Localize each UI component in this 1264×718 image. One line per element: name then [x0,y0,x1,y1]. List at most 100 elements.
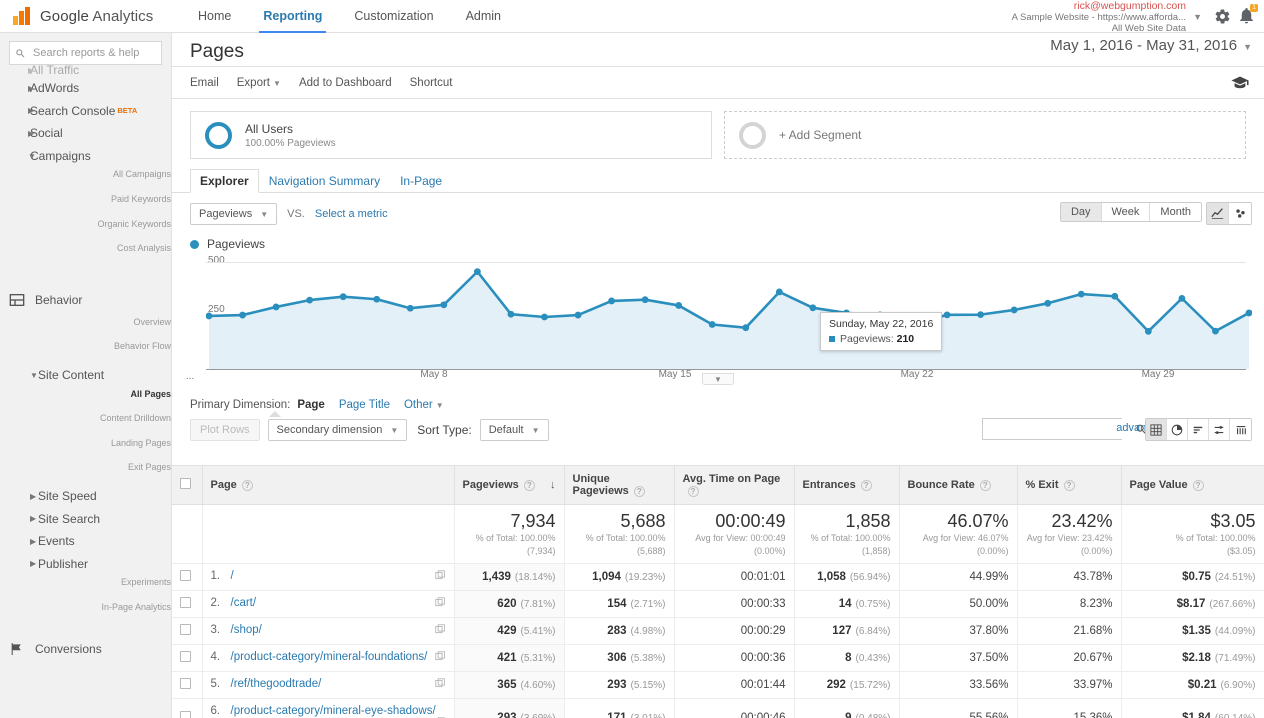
column-header-pageviews[interactable]: Pageviews?↓ [454,466,564,505]
sidebar-item-behavior-flow[interactable]: Behavior Flow [0,341,171,364]
open-page-icon[interactable] [435,597,446,611]
help-icon[interactable]: ? [1064,480,1075,491]
open-page-icon[interactable] [435,624,446,638]
sidebar-item-organic-keywords[interactable]: Organic Keywords [0,219,171,242]
sidebar-item-exit-pages[interactable]: Exit Pages [0,462,171,485]
sidebar-item-social[interactable]: ▶ Social [0,122,171,145]
granularity-week[interactable]: Week [1102,203,1151,221]
open-page-icon[interactable] [435,651,446,665]
sidebar-item-experiments[interactable]: Experiments [0,577,171,600]
pivot-view-icon[interactable] [1230,419,1251,440]
column-header-unique-pageviews[interactable]: Unique Pageviews? [564,466,674,505]
dimension-page[interactable]: Page [297,399,325,411]
nav-admin[interactable]: Admin [450,0,517,33]
sidebar-item-site-search[interactable]: ▶ Site Search [0,508,171,531]
google-analytics-logo[interactable]: Google Analytics [0,7,172,25]
nav-home[interactable]: Home [182,0,247,33]
segment-all-users[interactable]: All Users 100.00% Pageviews [190,111,712,159]
sidebar-item-events[interactable]: ▶ Events [0,530,171,553]
page-link[interactable]: /product-category/mineral-foundations/ [231,651,428,663]
granularity-day[interactable]: Day [1061,203,1102,221]
row-checkbox[interactable] [180,570,191,581]
nav-reporting[interactable]: Reporting [247,0,338,33]
page-link[interactable]: /ref/thegoodtrade/ [231,678,322,690]
select-a-metric-link[interactable]: Select a metric [315,208,388,220]
sidebar-item-site-speed[interactable]: ▶ Site Speed [0,485,171,508]
row-checkbox[interactable] [180,678,191,689]
add-to-dashboard-button[interactable]: Add to Dashboard [299,77,392,89]
row-checkbox[interactable] [180,651,191,662]
open-page-icon[interactable] [435,570,446,584]
tab-in-page[interactable]: In-Page [390,169,452,193]
date-range-selector[interactable]: May 1, 2016 - May 31, 2016▼ [1050,37,1252,54]
sidebar-item-all-pages[interactable]: All Pages [0,389,171,412]
column-header-avg-time-on-page[interactable]: Avg. Time on Page? [674,466,794,505]
sidebar-item-all-campaigns[interactable]: All Campaigns [0,169,171,192]
sidebar-item-site-content[interactable]: ▼ Site Content [0,364,171,387]
email-button[interactable]: Email [190,77,219,89]
tab-navigation-summary[interactable]: Navigation Summary [259,169,390,193]
sidebar-section-conversions[interactable]: Conversions [0,634,171,664]
sidebar-item-campaigns[interactable]: ▼ Campaigns [0,145,171,168]
row-checkbox[interactable] [180,711,191,718]
sidebar-item-publisher[interactable]: ▶ Publisher [0,553,171,576]
plot-rows-button[interactable]: Plot Rows [190,419,260,441]
help-icon[interactable]: ? [1193,480,1204,491]
add-segment-button[interactable]: + Add Segment [724,111,1246,159]
graduation-cap-icon[interactable] [1230,75,1250,89]
sidebar-item-landing-pages[interactable]: Landing Pages [0,438,171,461]
sort-type-select[interactable]: Default▼ [480,419,549,441]
select-all-checkbox[interactable] [180,478,191,489]
row-checkbox[interactable] [180,597,191,608]
gear-icon[interactable] [1214,8,1231,25]
nav-customization[interactable]: Customization [338,0,449,33]
page-link[interactable]: /cart/ [231,597,257,609]
notifications-bell-icon[interactable]: 1 [1237,6,1256,26]
chevron-down-icon[interactable]: ▼ [1193,12,1202,22]
help-icon[interactable]: ? [688,486,699,497]
help-icon[interactable]: ? [861,480,872,491]
pie-view-icon[interactable] [1167,419,1188,440]
column-header-bounce-rate[interactable]: Bounce Rate? [899,466,1017,505]
sidebar-item-content-drilldown[interactable]: Content Drilldown [0,413,171,436]
dimension-page-title[interactable]: Page Title [339,399,390,411]
column-header-page[interactable]: Page? [202,466,454,505]
granularity-month[interactable]: Month [1150,203,1201,221]
page-link[interactable]: /shop/ [231,624,262,636]
metric-select[interactable]: Pageviews▼ [190,203,277,225]
sidebar-section-behavior[interactable]: Behavior [0,285,171,315]
scatter-chart-icon[interactable] [1229,203,1251,224]
line-chart-icon[interactable] [1207,203,1229,224]
sidebar-item-cost-analysis[interactable]: Cost Analysis [0,243,171,266]
column-header-entrances[interactable]: Entrances? [794,466,899,505]
sidebar-item-in-page-analytics[interactable]: In-Page Analytics [0,602,171,625]
sidebar-item-adwords[interactable]: ▶ AdWords [0,77,171,100]
help-icon[interactable]: ? [634,486,645,497]
table-view-icon[interactable] [1146,419,1167,440]
sort-desc-icon[interactable]: ↓ [550,479,556,491]
help-icon[interactable]: ? [524,480,535,491]
secondary-dimension-select[interactable]: Secondary dimension▼ [268,419,408,441]
page-link[interactable]: /product-category/mineral-eye-shadows/ [231,705,436,717]
search-box[interactable] [9,41,162,65]
dimension-other[interactable]: Other▼ [404,399,444,411]
table-search-input[interactable] [983,419,1135,439]
column-header-percent-exit[interactable]: % Exit? [1017,466,1121,505]
help-icon[interactable]: ? [242,480,253,491]
row-checkbox[interactable] [180,624,191,635]
sidebar-item-search-console[interactable]: ▶ Search Console BETA [0,100,171,123]
page-link[interactable]: / [231,570,234,582]
tab-explorer[interactable]: Explorer [190,169,259,193]
help-icon[interactable]: ? [980,480,991,491]
column-header-page-value[interactable]: Page Value? [1121,466,1264,505]
bar-view-icon[interactable] [1188,419,1209,440]
pageviews-chart[interactable]: 500 250 Sunday, May 22, 2016 Pageviews: … [190,257,1246,369]
shortcut-button[interactable]: Shortcut [410,77,453,89]
search-input[interactable] [31,46,172,60]
table-search[interactable] [982,418,1122,440]
sidebar-item-all-traffic[interactable]: ▶ All Traffic [0,63,171,77]
open-page-icon[interactable] [435,678,446,692]
sidebar-item-paid-keywords[interactable]: Paid Keywords [0,194,171,217]
sidebar-item-overview[interactable]: Overview [0,317,171,340]
comparison-view-icon[interactable] [1209,419,1230,440]
